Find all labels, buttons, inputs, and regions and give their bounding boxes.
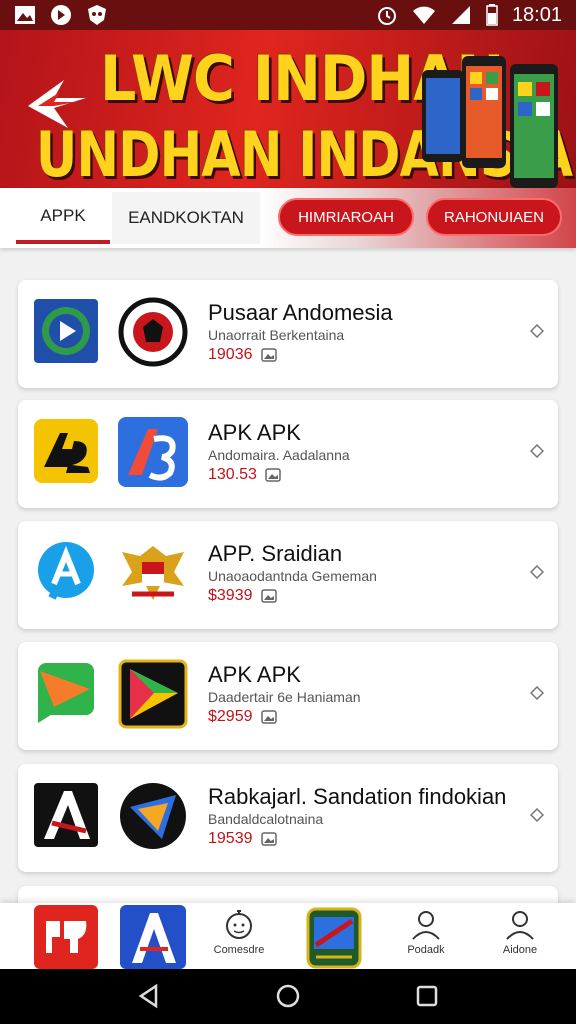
nav-item-podadk-label: Podadk — [407, 944, 445, 956]
compass-app-icon — [120, 783, 186, 849]
clock-text: 18:01 — [511, 3, 562, 26]
app-price: $2959 — [208, 708, 277, 726]
app-subtitle: Bandaldcalotnaina — [208, 811, 324, 827]
chevron-icon[interactable] — [530, 444, 544, 458]
play-app-icon — [34, 299, 98, 363]
app-price: 19036 — [208, 346, 277, 364]
filter-pill-1-label: HIMRIAROAH — [298, 208, 394, 226]
app-price-value: 19539 — [208, 830, 253, 847]
nav-item-aidone-label: Aidone — [502, 944, 538, 956]
bottom-navigation: Comesdre Podadk Aidone — [0, 903, 576, 969]
app-price-value: 130.53 — [208, 466, 257, 483]
app-price: $3939 — [208, 587, 277, 605]
tab-apk-label: APPK — [40, 206, 86, 225]
app-subtitle: Andomaira. Aadalanna — [208, 447, 350, 463]
app-card[interactable]: APK APK Daadertair 6e Haniaman $2959 — [18, 642, 558, 750]
app-price-value: $3939 — [208, 587, 253, 604]
app-card[interactable]: APK APK Andomaira. Aadalanna 130.53 — [18, 400, 558, 508]
app-title: Rabkajarl. Sandation findokian — [208, 784, 507, 809]
tab-eandkoktan-label: EANDKOKTAN — [128, 208, 244, 227]
red-app-icon[interactable] — [34, 905, 98, 969]
app-card[interactable]: Pusaar Andomesia Unaorrait Berkentaina 1… — [18, 280, 558, 388]
app-title: APK APK — [208, 420, 301, 445]
hero-banner[interactable]: LWC INDHAN UNDHAN INDANSIA — [0, 30, 576, 188]
nav-item-podadk[interactable]: Podadk — [396, 907, 456, 956]
app-title: Pusaar Andomesia — [208, 300, 393, 325]
gallery-icon — [14, 5, 36, 25]
user-icon — [412, 911, 440, 940]
image-icon — [265, 468, 281, 482]
letter-a-app-icon — [34, 783, 98, 847]
profile-icon — [506, 911, 534, 940]
nav-item-comesdre-label: Comesdre — [213, 944, 265, 956]
image-icon — [260, 348, 277, 362]
military-badge-icon[interactable] — [306, 907, 362, 969]
recents-icon[interactable] — [414, 983, 440, 1009]
image-icon — [260, 710, 277, 724]
chevron-icon[interactable] — [530, 686, 544, 700]
filter-pill-2[interactable]: RAHONUIAEN — [426, 198, 562, 236]
home-icon[interactable] — [275, 983, 301, 1009]
status-bar: 18:01 — [0, 0, 576, 30]
app-store-icon — [38, 542, 94, 600]
battery-icon — [486, 4, 498, 26]
timer-face-icon — [226, 910, 252, 939]
app-price: 19539 — [208, 830, 277, 848]
filter-pill-1[interactable]: HIMRIAROAH — [278, 198, 414, 236]
app-card[interactable]: Rabkajarl. Sandation findokian Bandaldca… — [18, 764, 558, 872]
notification-icon — [50, 4, 72, 26]
phones-illustration-icon — [422, 56, 558, 188]
chevron-icon[interactable] — [530, 565, 544, 579]
app-title: APP. Sraidian — [208, 541, 343, 566]
filter-pill-2-label: RAHONUIAEN — [443, 208, 544, 226]
a3-app-icon — [118, 417, 188, 487]
app-card[interactable]: APP. Sraidian Unaoaodantnda Gememan $393… — [18, 521, 558, 629]
signal-icon — [450, 5, 472, 25]
wifi-icon — [412, 5, 436, 25]
garuda-emblem-icon — [122, 546, 184, 600]
system-navigation-bar — [0, 969, 576, 1024]
nav-item-aidone[interactable]: Aidone — [490, 907, 550, 956]
back-icon[interactable] — [136, 983, 162, 1009]
app-price: 130.53 — [208, 466, 281, 484]
nav-item-comesdre[interactable]: Comesdre — [204, 907, 274, 956]
blue-a-app-icon[interactable] — [120, 905, 186, 969]
chevron-icon[interactable] — [530, 808, 544, 822]
shield-icon — [86, 4, 108, 26]
app-subtitle: Unaoaodantnda Gememan — [208, 568, 377, 584]
app-price-value: $2959 — [208, 708, 253, 725]
app-price-value: 19036 — [208, 346, 253, 363]
app-subtitle: Unaorrait Berkentaina — [208, 327, 345, 343]
app-subtitle: Daadertair 6e Haniaman — [208, 689, 361, 705]
tab-apk[interactable]: APPK — [16, 192, 110, 244]
play-store-icon — [118, 659, 188, 729]
image-icon — [260, 589, 277, 603]
chevron-icon[interactable] — [530, 324, 544, 338]
tab-eandkoktan[interactable]: EANDKOKTAN — [112, 192, 260, 244]
alarm-icon — [376, 4, 398, 26]
emblem-icon — [118, 297, 188, 367]
green-arrow-app-icon — [38, 663, 94, 723]
apk-letter-icon — [34, 419, 98, 483]
tab-bar: APPK EANDKOKTAN HIMRIAROAH RAHONUIAEN — [0, 188, 576, 248]
app-title: APK APK — [208, 662, 301, 687]
image-icon — [260, 832, 277, 846]
